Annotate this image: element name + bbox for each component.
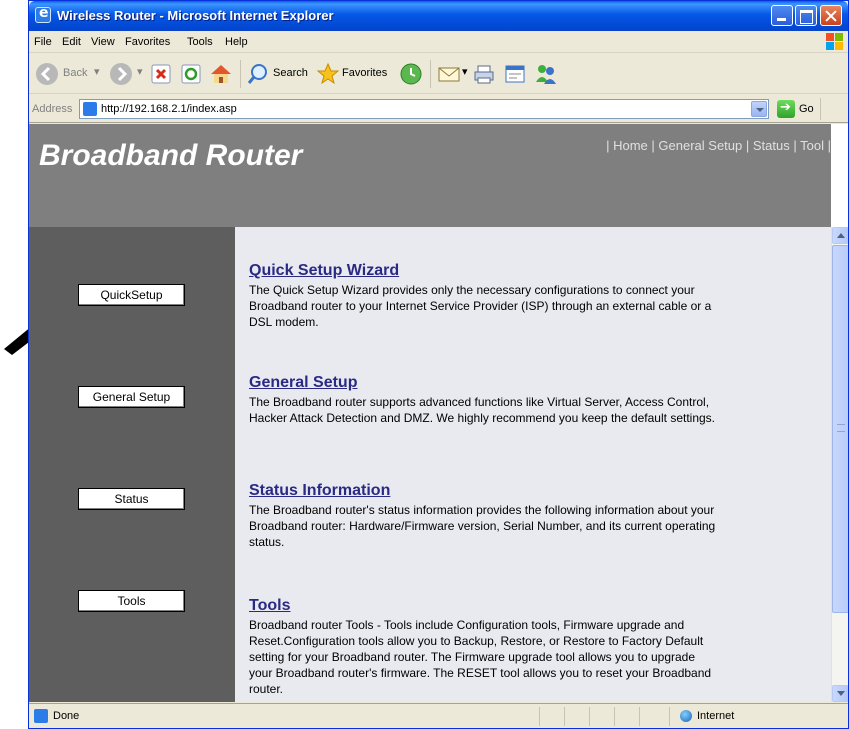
menu-tools[interactable]: Tools	[187, 36, 213, 48]
general-setup-link[interactable]: General Setup	[249, 374, 719, 392]
scroll-down-arrow-icon[interactable]	[832, 685, 848, 702]
section-general-setup: General Setup The Broadband router suppo…	[249, 374, 719, 426]
title-bar[interactable]: Wireless Router - Microsoft Internet Exp…	[29, 1, 848, 31]
page-banner: Broadband Router | Home | General Setup …	[29, 124, 831, 227]
window-title: Wireless Router - Microsoft Internet Exp…	[57, 8, 334, 23]
vertical-scrollbar[interactable]	[831, 227, 848, 702]
forward-icon[interactable]	[109, 62, 133, 86]
mail-dropdown-icon[interactable]: ▾	[462, 65, 468, 78]
address-input[interactable]: http://192.168.2.1/index.asp	[79, 99, 769, 119]
tools-link[interactable]: Tools	[249, 597, 719, 615]
topnav-general-setup[interactable]: General Setup	[658, 138, 742, 153]
status-separator	[589, 707, 590, 726]
left-navigation: QuickSetup General Setup Status Tools	[29, 227, 235, 702]
page-title: Broadband Router	[39, 139, 303, 172]
internet-globe-icon	[680, 710, 692, 722]
status-separator	[669, 707, 670, 726]
mail-icon[interactable]	[437, 62, 461, 86]
address-separator	[820, 98, 821, 120]
section-quick-setup: Quick Setup Wizard The Quick Setup Wizar…	[249, 262, 719, 330]
minimize-button[interactable]	[771, 5, 793, 26]
status-button[interactable]: Status	[78, 488, 185, 510]
content-area: Quick Setup Wizard The Quick Setup Wizar…	[235, 227, 831, 702]
status-bar: Done Internet	[29, 703, 848, 728]
section-description: The Broadband router supports advanced f…	[249, 395, 716, 425]
menu-help[interactable]: Help	[225, 36, 248, 48]
toolbar: Back ▾ ▾ Search Favorites ▾	[29, 54, 848, 94]
status-separator	[564, 707, 565, 726]
status-text: Done	[53, 710, 80, 722]
messenger-icon[interactable]	[534, 62, 558, 86]
menu-view[interactable]: View	[91, 36, 115, 48]
home-icon[interactable]	[209, 62, 233, 86]
section-description: Broadband router Tools - Tools include C…	[249, 618, 712, 696]
section-status-information: Status Information The Broadband router'…	[249, 482, 719, 550]
address-dropdown-icon[interactable]	[751, 101, 767, 117]
ie-icon	[35, 5, 51, 23]
back-button-label[interactable]: Back	[63, 67, 87, 79]
search-button-label[interactable]: Search	[273, 67, 308, 79]
favorites-star-icon[interactable]	[316, 62, 340, 86]
quick-setup-wizard-link[interactable]: Quick Setup Wizard	[249, 262, 719, 280]
favorites-button-label[interactable]: Favorites	[342, 67, 387, 79]
toolbar-separator	[240, 60, 241, 88]
status-separator	[639, 707, 640, 726]
address-value[interactable]: http://192.168.2.1/index.asp	[101, 103, 237, 115]
search-icon[interactable]	[246, 62, 270, 86]
tools-button[interactable]: Tools	[78, 590, 185, 612]
security-zone: Internet	[697, 710, 735, 722]
print-icon[interactable]	[472, 62, 496, 86]
scroll-up-arrow-icon[interactable]	[832, 227, 848, 244]
page-icon	[83, 102, 97, 116]
back-icon[interactable]	[35, 62, 59, 86]
status-information-link[interactable]: Status Information	[249, 482, 719, 500]
topnav-home[interactable]: Home	[613, 138, 648, 153]
windows-logo-icon	[826, 33, 844, 51]
go-button[interactable]: Go	[799, 103, 814, 115]
toolbar-separator	[430, 60, 431, 88]
page-done-icon	[34, 709, 48, 723]
stop-icon[interactable]	[149, 62, 173, 86]
close-button[interactable]	[820, 5, 842, 26]
topnav-tool[interactable]: Tool	[800, 138, 824, 153]
forward-dropdown-icon[interactable]: ▾	[137, 65, 143, 78]
general-setup-button[interactable]: General Setup	[78, 386, 185, 408]
section-description: The Broadband router's status informatio…	[249, 503, 716, 549]
scrollbar-thumb[interactable]	[832, 245, 848, 613]
history-icon[interactable]	[399, 62, 423, 86]
page-viewport: Broadband Router | Home | General Setup …	[29, 124, 848, 702]
quicksetup-button[interactable]: QuickSetup	[78, 284, 185, 306]
back-dropdown-icon[interactable]: ▾	[94, 65, 100, 78]
go-arrow-icon[interactable]	[777, 100, 795, 118]
section-tools: Tools Broadband router Tools - Tools inc…	[249, 597, 719, 697]
section-description: The Quick Setup Wizard provides only the…	[249, 283, 712, 329]
topnav-status[interactable]: Status	[753, 138, 790, 153]
refresh-icon[interactable]	[179, 62, 203, 86]
maximize-button[interactable]	[795, 5, 817, 26]
address-bar: Address http://192.168.2.1/index.asp Go	[29, 95, 848, 123]
menu-file[interactable]: File	[34, 36, 52, 48]
browser-window: Wireless Router - Microsoft Internet Exp…	[28, 0, 849, 729]
scroll-grip-icon	[837, 424, 845, 432]
menu-edit[interactable]: Edit	[62, 36, 81, 48]
address-label: Address	[32, 103, 73, 115]
status-separator	[539, 707, 540, 726]
menu-bar: File Edit View Favorites Tools Help	[29, 31, 848, 53]
menu-favorites[interactable]: Favorites	[125, 36, 170, 48]
status-separator	[614, 707, 615, 726]
edit-icon[interactable]	[503, 62, 527, 86]
top-navigation: | Home | General Setup | Status | Tool |	[606, 138, 831, 153]
